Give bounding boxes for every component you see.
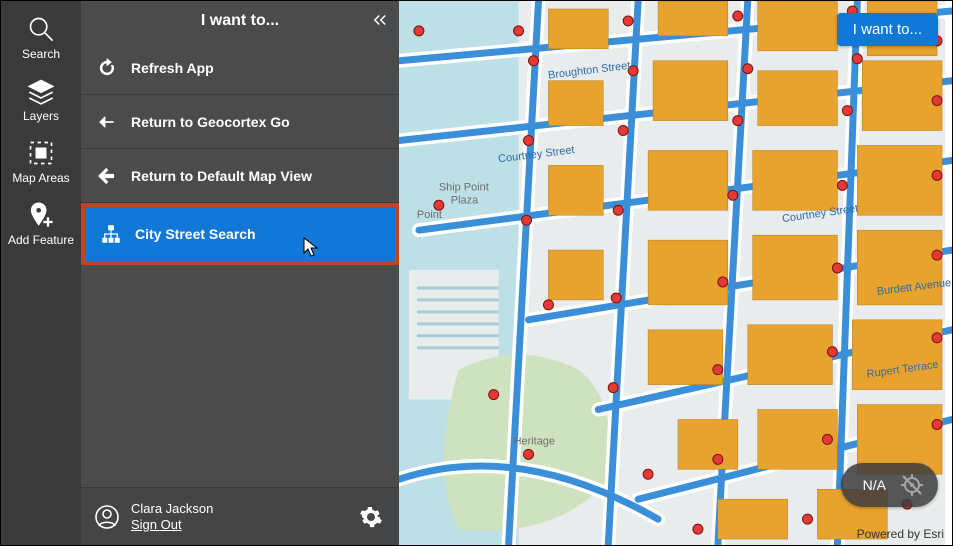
avatar-icon [95,505,119,529]
map-label-broughton: Broughton Street [547,60,631,82]
layers-label: Layers [23,109,59,123]
menu-return-geocortex[interactable]: Return to Geocortex Go [81,95,399,149]
map-areas-icon [27,139,55,167]
sitemap-icon [101,224,121,244]
svg-text:Plaza: Plaza [451,194,479,206]
status-text: N/A [863,477,886,493]
map-area[interactable]: Ship Point Plaza Point Heritage Courtney… [399,1,952,545]
map-label-ship-point-plaza: Ship Point [439,181,489,193]
menu-city-street-search[interactable]: City Street Search [81,203,399,265]
collapse-icon[interactable] [371,11,389,29]
map-label-heritage: Heritage [514,435,555,447]
add-feature-tool[interactable]: Add Feature [1,193,81,255]
menu-label: Return to Geocortex Go [131,114,290,130]
left-toolbar: Search Layers Map Areas Add Feature [1,1,81,545]
menu-label: Return to Default Map View [131,168,312,184]
iwantto-button[interactable]: I want to... [837,13,938,46]
location-disabled-icon[interactable] [900,473,924,497]
panel-menu: Refresh App Return to Geocortex Go Retur… [81,41,399,487]
map-areas-tool[interactable]: Map Areas [1,131,81,193]
panel-footer: Clara Jackson Sign Out [81,487,399,545]
refresh-icon [97,58,117,78]
back-arrow-icon [97,166,117,186]
attribution-text: Powered by Esri [857,527,944,541]
panel-header: I want to... [81,1,399,41]
menu-refresh-app[interactable]: Refresh App [81,41,399,95]
user-name: Clara Jackson [131,501,213,517]
menu-default-view[interactable]: Return to Default Map View [81,149,399,203]
menu-label: Refresh App [131,60,214,76]
add-feature-label: Add Feature [8,233,74,247]
layers-icon [27,77,55,105]
map-label-point: Point [417,209,442,221]
pin-plus-icon [27,201,55,229]
signout-link[interactable]: Sign Out [131,517,213,533]
arrow-left-icon [97,112,117,132]
search-label: Search [22,47,60,61]
user-block: Clara Jackson Sign Out [131,501,213,533]
panel-title: I want to... [201,12,279,30]
layers-tool[interactable]: Layers [1,69,81,131]
iwantto-panel: I want to... Refresh App Return to Geoco… [81,1,399,545]
cursor-icon [301,237,321,257]
menu-label: City Street Search [135,226,256,242]
search-icon [27,15,55,43]
status-pill: N/A [841,463,938,507]
search-tool[interactable]: Search [1,7,81,69]
map-areas-label: Map Areas [12,171,69,185]
gear-icon[interactable] [359,505,383,529]
